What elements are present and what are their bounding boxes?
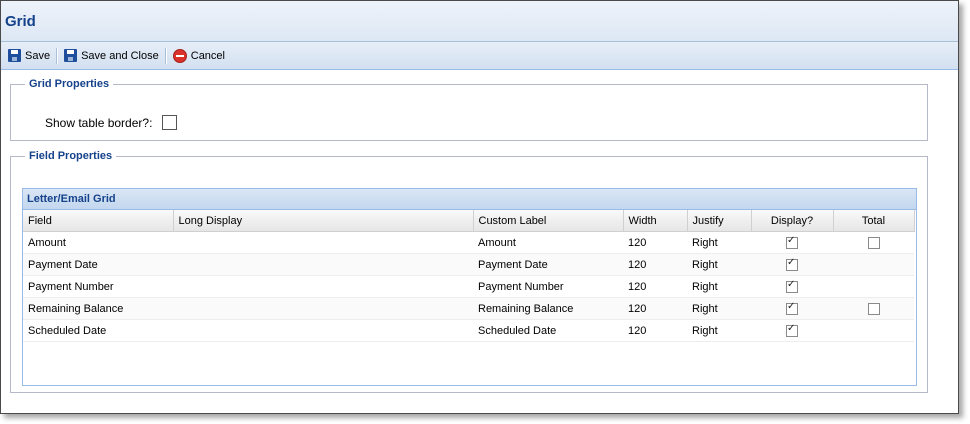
cell-field: Payment Date <box>23 253 173 276</box>
total-checkbox[interactable] <box>867 302 880 315</box>
column-header-width[interactable]: Width <box>623 210 688 232</box>
field-properties-legend: Field Properties <box>29 150 113 162</box>
cell-display <box>751 253 833 276</box>
grid-dialog: Grid Save Save and Close Cancel Grid Pro… <box>0 0 959 414</box>
cell-field: Payment Number <box>23 275 173 298</box>
cell-total <box>833 231 914 254</box>
display-checkbox[interactable] <box>786 323 798 337</box>
cell-custom-label: Scheduled Date <box>473 319 623 342</box>
save-icon <box>8 49 21 62</box>
cell-justify: Right <box>687 253 751 276</box>
toolbar-separator <box>164 47 167 64</box>
cell-justify: Right <box>687 231 751 254</box>
grid-properties-legend: Grid Properties <box>29 78 110 90</box>
window-title: Grid <box>5 12 36 30</box>
save-button[interactable]: Save <box>4 46 54 66</box>
cell-width: 120 <box>623 319 687 342</box>
cell-long-display <box>173 297 473 320</box>
save-button-label: Save <box>25 49 51 62</box>
table-row[interactable]: Remaining Balance Remaining Balance 120 Rig… <box>23 297 914 320</box>
display-checkbox[interactable] <box>786 279 798 293</box>
grid-title: Letter/Email Grid <box>23 189 916 210</box>
column-header-total[interactable]: Total <box>833 210 915 232</box>
save-icon <box>64 49 78 62</box>
show-table-border-checkbox[interactable] <box>162 115 178 130</box>
cancel-button[interactable]: Cancel <box>169 46 229 66</box>
table-header-row: Field Long Display Custom Label Width Ju… <box>23 210 915 232</box>
save-and-close-button-label: Save and Close <box>81 49 159 62</box>
cell-display <box>751 319 833 342</box>
cell-long-display <box>173 253 473 276</box>
field-properties-panel: Field Properties Letter/Email Grid Field… <box>10 150 928 393</box>
column-header-justify[interactable]: Justify <box>687 210 752 232</box>
cell-long-display <box>173 275 473 298</box>
cell-width: 120 <box>623 231 687 254</box>
cell-custom-label: Remaining Balance <box>473 297 623 320</box>
grid-properties-panel: Grid Properties Show table border?: <box>10 78 928 141</box>
table-row[interactable]: Payment Number Payment Number 120 Right <box>23 275 914 298</box>
fields-table: Field Long Display Custom Label Width Ju… <box>23 210 915 342</box>
cell-justify: Right <box>687 275 751 298</box>
table-row[interactable]: Payment Date Payment Date 120 Right <box>23 253 914 276</box>
cell-display <box>751 275 833 298</box>
display-checkbox[interactable] <box>786 301 798 315</box>
cell-justify: Right <box>687 319 751 342</box>
cell-width: 120 <box>623 253 687 276</box>
cell-custom-label: Payment Date <box>473 253 623 276</box>
cancel-icon <box>172 48 187 63</box>
cell-width: 120 <box>623 275 687 298</box>
column-header-display[interactable]: Display? <box>751 210 834 232</box>
display-checkbox[interactable] <box>786 235 798 249</box>
cell-total <box>833 253 914 276</box>
cell-custom-label: Amount <box>473 231 623 254</box>
cell-total <box>833 275 914 298</box>
display-checkbox[interactable] <box>786 257 798 271</box>
cell-total <box>833 319 914 342</box>
toolbar: Save Save and Close Cancel <box>1 42 958 70</box>
letter-email-grid: Letter/Email Grid Field Long Display Cus… <box>22 188 917 386</box>
cancel-button-label: Cancel <box>190 49 225 62</box>
cell-long-display <box>173 319 473 342</box>
cell-total <box>833 297 914 320</box>
cell-field: Scheduled Date <box>23 319 173 342</box>
column-header-field[interactable]: Field <box>23 210 174 232</box>
total-checkbox[interactable] <box>867 236 880 249</box>
cell-justify: Right <box>687 297 751 320</box>
cell-display <box>751 297 833 320</box>
table-row[interactable]: Amount Amount 120 Right <box>23 231 914 254</box>
show-table-border-label: Show table border?: <box>45 115 153 130</box>
save-and-close-button[interactable]: Save and Close <box>60 46 163 66</box>
column-header-long-display[interactable]: Long Display <box>173 210 474 232</box>
cell-display <box>751 231 833 254</box>
toolbar-separator <box>56 47 59 64</box>
title-bar: Grid <box>1 1 958 42</box>
cell-field: Amount <box>23 231 173 254</box>
cell-long-display <box>173 231 473 254</box>
cell-custom-label: Payment Number <box>473 275 623 298</box>
cell-width: 120 <box>623 297 687 320</box>
column-header-custom-label[interactable]: Custom Label <box>473 210 624 232</box>
table-row[interactable]: Scheduled Date Scheduled Date 120 Right <box>23 319 914 342</box>
show-table-border-row: Show table border?: <box>45 115 178 130</box>
cell-field: Remaining Balance <box>23 297 173 320</box>
